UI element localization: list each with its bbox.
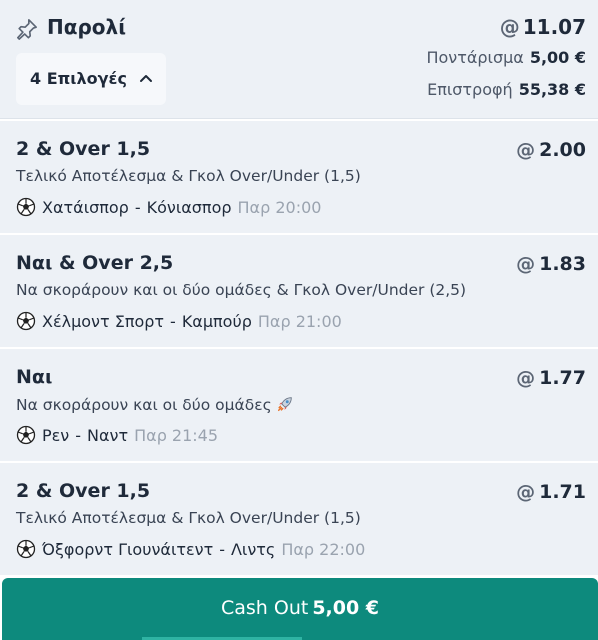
odds-at-sign: @ xyxy=(516,253,536,275)
teams-separator: - xyxy=(170,312,176,331)
home-team: Χέλμοντ Σπορτ xyxy=(42,312,165,331)
selection-odds-value: 1.71 xyxy=(539,481,586,503)
return-row: Επιστροφή 55,38 € xyxy=(427,80,586,99)
home-team: Χατάισπορ xyxy=(42,198,129,217)
selection-odds-value: 1.83 xyxy=(539,253,586,275)
teams-separator: - xyxy=(219,540,225,559)
cash-out-text: Cash Out 5,00 € xyxy=(221,597,379,619)
kickoff-time: Παρ 20:00 xyxy=(237,198,322,217)
selection-odds-value: 2.00 xyxy=(539,139,586,161)
betslip-card: Παρολί @11.07 4 Επιλογές Ποντάρισμα 5,00 … xyxy=(0,0,598,640)
selection-match: Όξφορντ Γιουνάιτεντ - Λιντς Παρ 22:00 xyxy=(16,539,365,559)
return-label: Επιστροφή xyxy=(427,80,513,99)
selection-odds: @2.00 xyxy=(516,139,586,161)
selection-item[interactable]: Ναι @1.77 Να σκοράρουν και οι δύο ομάδες… xyxy=(0,349,598,463)
soccer-ball-icon xyxy=(16,425,36,445)
selection-market: Τελικό Αποτέλεσμα & Γκολ Over/Under (1,5… xyxy=(16,509,361,527)
selection-item[interactable]: Ναι & Over 2,5 @1.83 Να σκοράρουν και οι… xyxy=(0,235,598,349)
cash-out-label: Cash Out xyxy=(220,597,309,619)
kickoff-time: Παρ 21:45 xyxy=(134,426,219,445)
selection-match: Χατάισπορ - Κόνιασπορ Παρ 20:00 xyxy=(16,197,321,217)
away-team: Κόνιασπορ xyxy=(146,198,232,217)
stake-row: Ποντάρισμα 5,00 € xyxy=(426,48,586,67)
selection-market-text: Να σκοράρουν και οι δύο ομάδες xyxy=(16,396,272,414)
selection-odds-value: 1.77 xyxy=(539,367,586,389)
stake-value: 5,00 € xyxy=(529,48,586,67)
soccer-ball-icon xyxy=(16,539,36,559)
total-odds: @11.07 xyxy=(500,15,586,39)
kickoff-time: Παρ 22:00 xyxy=(281,540,366,559)
odds-at-sign: @ xyxy=(516,481,536,503)
away-team: Ναντ xyxy=(87,426,129,445)
rocket-icon xyxy=(277,397,292,412)
return-value: 55,38 € xyxy=(518,80,586,99)
selection-match: Ρεν - Ναντ Παρ 21:45 xyxy=(16,425,218,445)
odds-at-sign: @ xyxy=(516,367,536,389)
selection-odds: @1.83 xyxy=(516,253,586,275)
selection-odds: @1.71 xyxy=(516,481,586,503)
selection-market: Να σκοράρουν και οι δύο ομάδες & Γκολ Ov… xyxy=(16,281,467,299)
odds-at-sign: @ xyxy=(516,139,536,161)
home-team: Ρεν xyxy=(42,426,70,445)
selection-market: Τελικό Αποτέλεσμα & Γκολ Over/Under (1,5… xyxy=(16,167,361,185)
home-team: Όξφορντ Γιουνάιτεντ xyxy=(42,540,214,559)
selection-title: Ναι & Over 2,5 xyxy=(16,252,174,274)
odds-at-sign: @ xyxy=(499,15,520,39)
kickoff-time: Παρ 21:00 xyxy=(257,312,342,331)
away-team: Καμπούρ xyxy=(181,312,252,331)
betslip-title: Παρολί xyxy=(47,15,126,39)
selection-title: 2 & Over 1,5 xyxy=(16,138,151,160)
selection-title: Ναι xyxy=(16,366,53,388)
soccer-ball-icon xyxy=(16,197,36,217)
total-odds-value: 11.07 xyxy=(522,15,586,39)
selection-title: 2 & Over 1,5 xyxy=(16,480,151,502)
stake-label: Ποντάρισμα xyxy=(426,48,524,67)
cash-out-button[interactable]: Cash Out 5,00 € xyxy=(2,578,598,640)
selection-market: Να σκοράρουν και οι δύο ομάδες xyxy=(16,395,294,414)
selection-item[interactable]: 2 & Over 1,5 @2.00 Τελικό Αποτέλεσμα & Γ… xyxy=(0,121,598,235)
selection-odds: @1.77 xyxy=(516,367,586,389)
betslip-header: Παρολί @11.07 4 Επιλογές Ποντάρισμα 5,00 … xyxy=(0,0,598,119)
cash-out-amount: 5,00 € xyxy=(312,597,380,619)
selections-count-label: 4 Επιλογές xyxy=(30,69,127,88)
pin-icon[interactable] xyxy=(16,18,38,40)
soccer-ball-icon xyxy=(16,311,36,331)
chevron-up-icon xyxy=(140,75,152,82)
selection-item[interactable]: 2 & Over 1,5 @1.71 Τελικό Αποτέλεσμα & Γ… xyxy=(0,463,598,577)
selections-toggle-button[interactable]: 4 Επιλογές xyxy=(16,53,166,105)
away-team: Λιντς xyxy=(230,540,276,559)
selection-match: Χέλμοντ Σπορτ - Καμπούρ Παρ 21:00 xyxy=(16,311,342,331)
teams-separator: - xyxy=(134,198,141,217)
teams-separator: - xyxy=(75,426,82,445)
